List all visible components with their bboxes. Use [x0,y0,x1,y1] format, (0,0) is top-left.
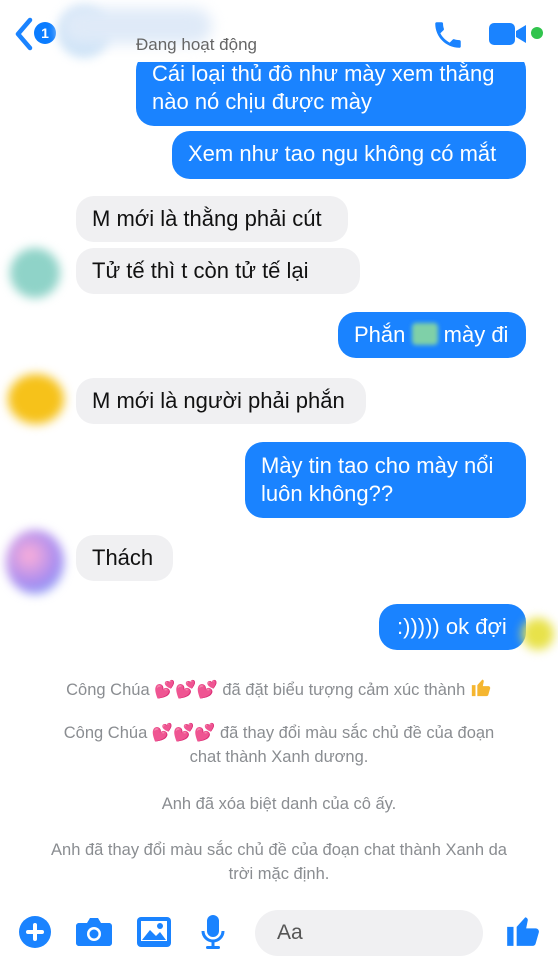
system-note: Công Chúa 💕💕💕 đã đặt biểu tượng cảm xúc … [0,676,558,702]
phone-icon[interactable] [430,18,466,52]
redacted-word [411,323,438,345]
message-input[interactable]: Aa [255,910,483,956]
thumbs-up-icon[interactable] [504,911,542,949]
message-outgoing[interactable]: Xem như tao ngu không có mắt [172,131,526,179]
sender-avatar[interactable] [8,374,64,424]
heart-emoji-icon: 💕💕💕 [154,680,218,699]
thumbs-up-icon [471,679,491,697]
message-outgoing[interactable]: Mày tin tao cho mày nổi luôn không?? [245,442,526,518]
message-outgoing[interactable]: Phắn mày đi [338,312,526,358]
message-incoming[interactable]: Thách [76,535,173,581]
message-incoming[interactable]: Tử tế thì t còn tử tế lại [76,248,360,294]
message-outgoing[interactable]: Cái loại thủ đô như mày xem thằng nào nó… [136,52,526,126]
video-camera-icon[interactable] [488,22,528,46]
image-icon[interactable] [136,916,172,948]
microphone-icon[interactable] [200,914,226,950]
sender-avatar[interactable] [10,248,60,298]
unread-badge[interactable]: 1 [34,22,56,44]
seen-avatar [522,618,554,650]
system-note: Anh đã xóa biệt danh của cô ấy. [161,795,397,813]
online-dot [531,27,543,39]
camera-icon[interactable] [75,916,113,948]
message-incoming[interactable]: M mới là người phải phắn [76,378,366,424]
chat-header: 1 Đang hoạt động [0,0,558,62]
system-note: Công Chúa 💕💕💕 đã thay đổi màu sắc chủ đề… [63,723,495,766]
sender-avatar[interactable] [6,530,64,594]
message-input-placeholder: Aa [277,921,303,944]
system-note: Anh đã thay đổi màu sắc chủ đề của đoạn … [51,841,507,883]
plus-icon[interactable] [18,915,52,949]
message-outgoing[interactable]: :))))) ok đợi [379,604,526,650]
heart-emoji-icon: 💕💕💕 [151,723,216,742]
active-status: Đang hoạt động [136,35,257,54]
message-incoming[interactable]: M mới là thằng phải cút [76,196,348,242]
